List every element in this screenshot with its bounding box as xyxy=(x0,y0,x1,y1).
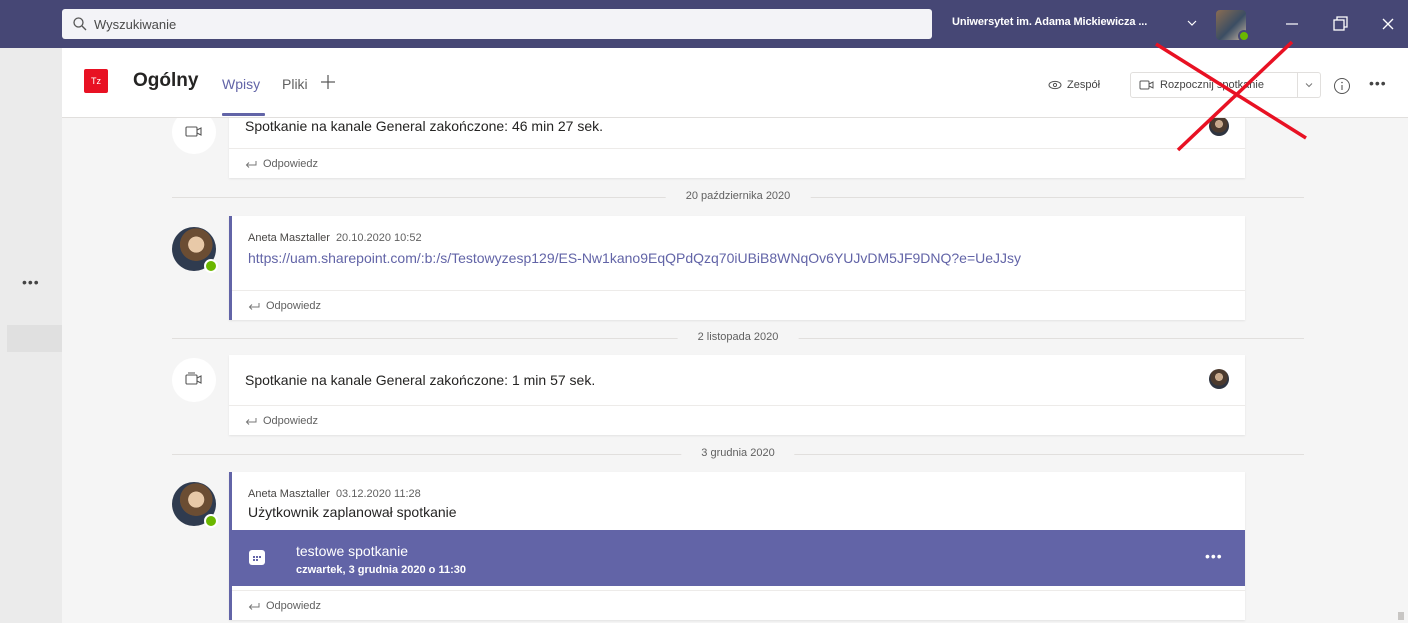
conversation-feed: Spotkanie na kanale General zakończone: … xyxy=(62,118,1408,623)
reply-label: Odpowiedz xyxy=(263,157,319,170)
author-name[interactable]: Aneta Masztaller xyxy=(248,488,330,500)
eye-icon xyxy=(1048,80,1062,90)
start-meeting-label: Rozpocznij spotkanie xyxy=(1160,79,1264,91)
calendar-icon xyxy=(249,550,265,565)
chevron-down-icon xyxy=(1305,83,1312,88)
organization-switcher[interactable]: Uniwersytet im. Adama Mickiewicza ... xyxy=(952,16,1147,28)
reply-button[interactable]: Odpowiedz xyxy=(232,290,1245,320)
search-box[interactable]: Wyszukiwanie xyxy=(62,9,932,39)
participant-avatar[interactable] xyxy=(1209,118,1229,136)
more-options-icon[interactable]: ••• xyxy=(22,274,40,290)
tab-files[interactable]: Pliki xyxy=(282,76,308,92)
video-camera-icon xyxy=(185,126,202,137)
add-tab-icon[interactable] xyxy=(318,72,338,92)
title-bar: Wyszukiwanie Uniwersytet im. Adama Micki… xyxy=(0,0,1408,48)
message-meta: Aneta Masztaller 20.10.2020 10:52 xyxy=(248,232,1021,244)
search-icon xyxy=(73,17,87,31)
active-tab-indicator xyxy=(222,113,265,116)
team-button[interactable]: Zespół xyxy=(1040,72,1109,98)
meeting-event-card[interactable]: testowe spotkanie czwartek, 3 grudnia 20… xyxy=(229,530,1245,586)
date-separator: 2 listopada 2020 xyxy=(172,331,1304,345)
message-timestamp: 20.10.2020 10:52 xyxy=(335,232,422,244)
scrollbar-thumb[interactable] xyxy=(1398,612,1404,620)
tab-posts[interactable]: Wpisy xyxy=(222,76,260,92)
reply-icon xyxy=(248,602,260,610)
meeting-ended-card: Spotkanie na kanale General zakończone: … xyxy=(229,118,1245,178)
reply-icon xyxy=(245,160,257,168)
channel-title: Ogólny xyxy=(133,70,199,91)
reply-icon xyxy=(245,417,257,425)
team-avatar: Tz xyxy=(84,69,108,93)
restore-icon[interactable] xyxy=(1328,12,1352,36)
close-icon[interactable] xyxy=(1376,12,1400,36)
info-icon[interactable] xyxy=(1333,77,1351,95)
meeting-options-dropdown[interactable] xyxy=(1297,72,1321,98)
presence-available-icon xyxy=(204,259,218,273)
chevron-down-icon[interactable] xyxy=(1186,17,1198,29)
message-meta: Aneta Masztaller 03.12.2020 11:28 xyxy=(248,488,457,500)
date-label: 3 grudnia 2020 xyxy=(681,447,795,459)
date-label: 20 października 2020 xyxy=(665,190,811,202)
search-input[interactable]: Wyszukiwanie xyxy=(94,17,176,32)
reply-label: Odpowiedz xyxy=(263,414,319,427)
reply-icon xyxy=(248,302,260,310)
reply-button[interactable]: Odpowiedz xyxy=(232,590,1245,620)
message-card: Aneta Masztaller 03.12.2020 11:28 Użytkow… xyxy=(229,472,1245,620)
message-link[interactable]: https://uam.sharepoint.com/:b:/s/Testowy… xyxy=(248,250,1021,266)
minimize-icon[interactable] xyxy=(1280,12,1304,36)
meeting-bubble xyxy=(172,118,216,154)
message-card: Aneta Masztaller 20.10.2020 10:52 https:/… xyxy=(229,216,1245,320)
channel-header: Tz Ogólny Wpisy Pliki Zespół Rozpocznij … xyxy=(62,48,1408,118)
meeting-ended-card: Spotkanie na kanale General zakończone: … xyxy=(229,355,1245,435)
message-text: Użytkownik zaplanował spotkanie xyxy=(248,504,457,520)
date-label: 2 listopada 2020 xyxy=(677,331,799,343)
reply-label: Odpowiedz xyxy=(266,599,322,612)
date-separator: 3 grudnia 2020 xyxy=(172,447,1304,461)
channel-list-pane: ••• xyxy=(0,48,62,623)
presence-available-icon xyxy=(204,514,218,528)
event-datetime: czwartek, 3 grudnia 2020 o 11:30 xyxy=(296,564,466,576)
date-separator: 20 października 2020 xyxy=(172,190,1304,204)
meeting-bubble xyxy=(172,358,216,402)
reply-button[interactable]: Odpowiedz xyxy=(229,405,1245,435)
presence-available-icon xyxy=(1238,30,1250,42)
meeting-ended-text: Spotkanie na kanale General zakończone: … xyxy=(245,372,596,388)
reply-label: Odpowiedz xyxy=(266,299,322,312)
start-meeting-button[interactable]: Rozpocznij spotkanie xyxy=(1130,72,1298,98)
selected-channel-item[interactable] xyxy=(7,325,62,352)
meeting-ended-text: Spotkanie na kanale General zakończone: … xyxy=(245,118,604,134)
video-camera-icon xyxy=(185,372,202,385)
event-title: testowe spotkanie xyxy=(296,543,409,559)
more-options-icon[interactable]: ••• xyxy=(1205,548,1223,564)
reply-button[interactable]: Odpowiedz xyxy=(229,148,1245,178)
participant-avatar[interactable] xyxy=(1209,369,1229,389)
video-camera-icon xyxy=(1139,80,1154,90)
more-options-icon[interactable]: ••• xyxy=(1369,75,1387,91)
message-timestamp: 03.12.2020 11:28 xyxy=(335,488,421,500)
team-button-label: Zespół xyxy=(1067,79,1101,91)
author-name[interactable]: Aneta Masztaller xyxy=(248,232,330,244)
